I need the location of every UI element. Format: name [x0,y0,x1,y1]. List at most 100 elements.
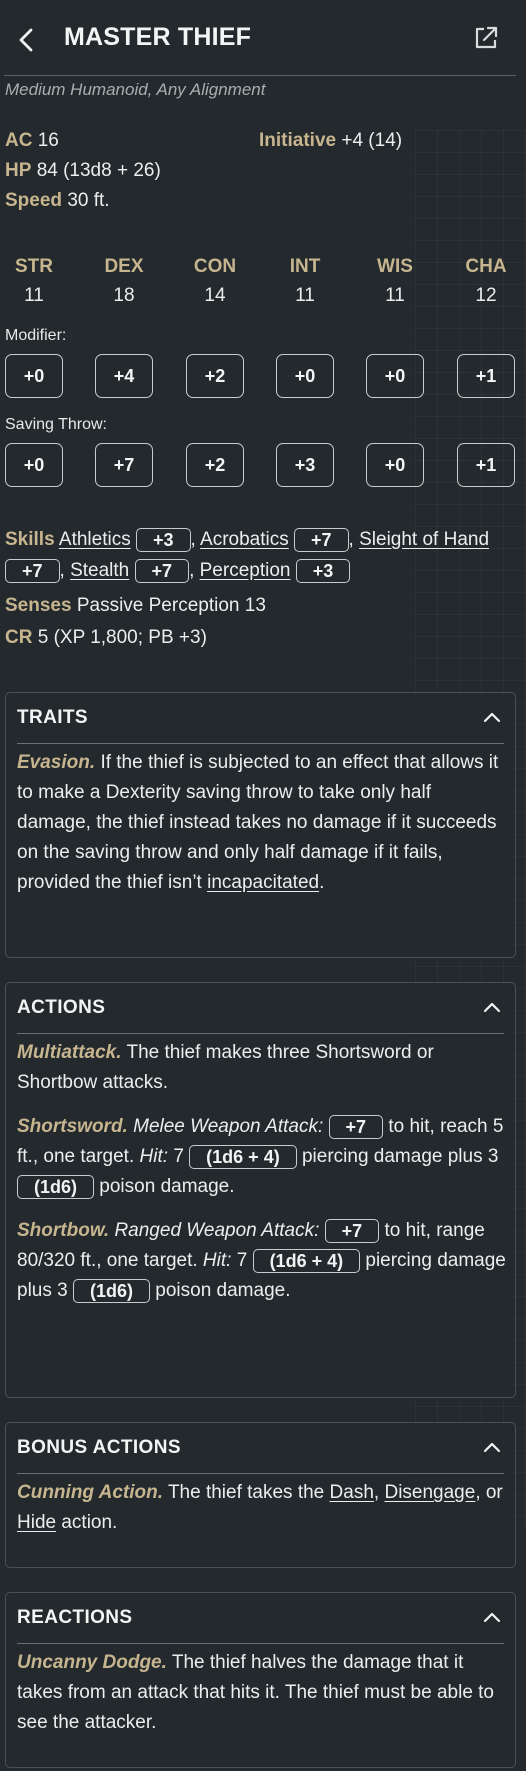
hide-link[interactable]: Hide [17,1512,56,1533]
ability-name: CON [193,256,237,277]
ability-score: 18 [113,285,135,306]
or-text: , or [475,1482,503,1503]
skill-sleight-of-hand-roll[interactable]: +7 [5,558,60,583]
attack-type: Melee Weapon Attack: [133,1116,324,1137]
int-save-button[interactable]: +3 [276,443,334,487]
poison-text: poison damage. [99,1176,235,1197]
shortsword-poison-roll[interactable]: (1d6) [17,1174,95,1199]
reactions-body: Uncanny Dodge. The thief halves the dama… [17,1648,507,1752]
senses-line: Senses Passive Perception 13 [5,590,513,621]
bonus-actions-divider [17,1473,504,1474]
reaction-uncanny-dodge: Uncanny Dodge. The thief halves the dama… [17,1648,507,1738]
actions-body: Multiattack. The thief makes three Short… [17,1038,507,1320]
disengage-link[interactable]: Disengage [384,1482,475,1503]
hp-label: HP [5,160,32,181]
modifier-label: Modifier: [5,327,67,344]
wis-save-button[interactable]: +0 [366,443,424,487]
armor-class: AC 16 [5,130,59,152]
incapacitated-link[interactable]: incapacitated [207,872,319,893]
damage-average: 7 [236,1250,248,1271]
skills-label: Skills [5,529,55,550]
str-save-button[interactable]: +0 [5,443,63,487]
bonus-cunning-action: Cunning Action. The thief takes the Dash… [17,1482,503,1533]
con-save-button[interactable]: +2 [186,443,244,487]
action-multiattack: Multiattack. The thief makes three Short… [17,1038,507,1098]
bonus-actions-body: Cunning Action. The thief takes the Dash… [17,1478,507,1552]
ac-value: 16 [37,130,59,151]
speed-label: Speed [5,190,63,211]
skill-acrobatics-link[interactable]: Acrobatics [200,529,289,550]
ability-name: INT [289,256,321,277]
poison-text: poison damage. [155,1280,291,1301]
skill-acrobatics-roll[interactable]: +7 [294,527,349,552]
dex-save-button[interactable]: +7 [95,443,153,487]
ability-name: DEX [104,256,144,277]
shortsword-damage-roll[interactable]: (1d6 + 4) [189,1144,297,1169]
chevron-up-icon[interactable] [483,710,501,724]
cr-label: CR [5,627,33,648]
chevron-up-icon[interactable] [483,1440,501,1454]
ability-name: WIS [377,256,413,277]
shortsword-attack-roll[interactable]: +7 [328,1114,384,1139]
skill-stealth-link[interactable]: Stealth [70,560,129,581]
header-divider [4,75,516,76]
shortbow-attack-roll[interactable]: +7 [324,1218,380,1243]
speed: Speed 30 ft. [5,190,110,212]
ability-score: 11 [295,285,315,306]
dex-modifier-button[interactable]: +4 [95,354,153,398]
con-modifier-button[interactable]: +2 [186,354,244,398]
chevron-up-icon[interactable] [483,1000,501,1014]
skill-athletics-roll[interactable]: +3 [135,527,191,552]
wis-modifier-button[interactable]: +0 [366,354,424,398]
action-name: Multiattack. [17,1042,122,1063]
traits-heading: TRAITS [17,707,89,728]
skill-sleight-of-hand-link[interactable]: Sleight of Hand [359,529,489,550]
hit-label: Hit: [202,1250,232,1271]
reactions-section: REACTIONS Uncanny Dodge. The thief halve… [5,1592,516,1768]
chevron-left-icon[interactable] [14,26,40,54]
ability-score: 11 [385,285,405,306]
to-hit-text: to hit, [384,1220,431,1241]
trait-name: Evasion. [17,752,96,773]
actions-section: ACTIONS Multiattack. The thief makes thr… [5,982,516,1398]
shortbow-damage-roll[interactable]: (1d6 + 4) [252,1248,361,1273]
cha-save-button[interactable]: +1 [457,443,515,487]
skills-line: Skills Athletics +3, Acrobatics +7, Slei… [5,527,490,583]
trait-evasion: Evasion. If the thief is subjected to an… [17,748,507,898]
hit-points: HP 84 (13d8 + 26) [5,160,161,182]
cr-value: 5 (XP 1,800; PB +3) [37,627,207,648]
external-link-icon[interactable] [472,24,500,52]
damage-average: 7 [173,1146,184,1167]
ability-name: STR [15,256,53,277]
hit-label: Hit: [139,1146,169,1167]
initiative: Initiative +4 (14) [259,130,402,152]
ability-wis: WIS 11 [355,256,435,307]
ability-str: STR 11 [0,256,74,307]
action-shortbow: Shortbow. Ranged Weapon Attack: +7 to hi… [17,1216,507,1306]
top-bar: MASTER THIEF [0,0,526,76]
reactions-divider [17,1643,504,1644]
action-name: Shortbow. [17,1220,110,1241]
actions-divider [17,1033,504,1034]
skill-athletics-link[interactable]: Athletics [59,529,131,550]
skill-perception-link[interactable]: Perception [200,560,291,581]
action-name: Cunning Action. [17,1482,163,1503]
skill-stealth-roll[interactable]: +7 [134,558,190,583]
ability-score: 11 [24,285,44,306]
str-modifier-button[interactable]: +0 [5,354,63,398]
cr-line: CR 5 (XP 1,800; PB +3) [5,622,513,653]
initiative-value: +4 (14) [341,130,403,151]
action-name: Shortsword. [17,1116,128,1137]
shortbow-poison-roll[interactable]: (1d6) [72,1278,150,1303]
chevron-up-icon[interactable] [483,1610,501,1624]
ability-score: 14 [204,285,226,306]
cha-modifier-button[interactable]: +1 [457,354,515,398]
traits-divider [17,743,504,744]
ability-cha: CHA 12 [446,256,526,307]
dash-link[interactable]: Dash [330,1482,374,1503]
senses-value: Passive Perception 13 [76,595,266,616]
action-end: action. [61,1512,118,1533]
initiative-label: Initiative [259,130,337,151]
skill-perception-roll[interactable]: +3 [295,558,351,583]
int-modifier-button[interactable]: +0 [276,354,334,398]
